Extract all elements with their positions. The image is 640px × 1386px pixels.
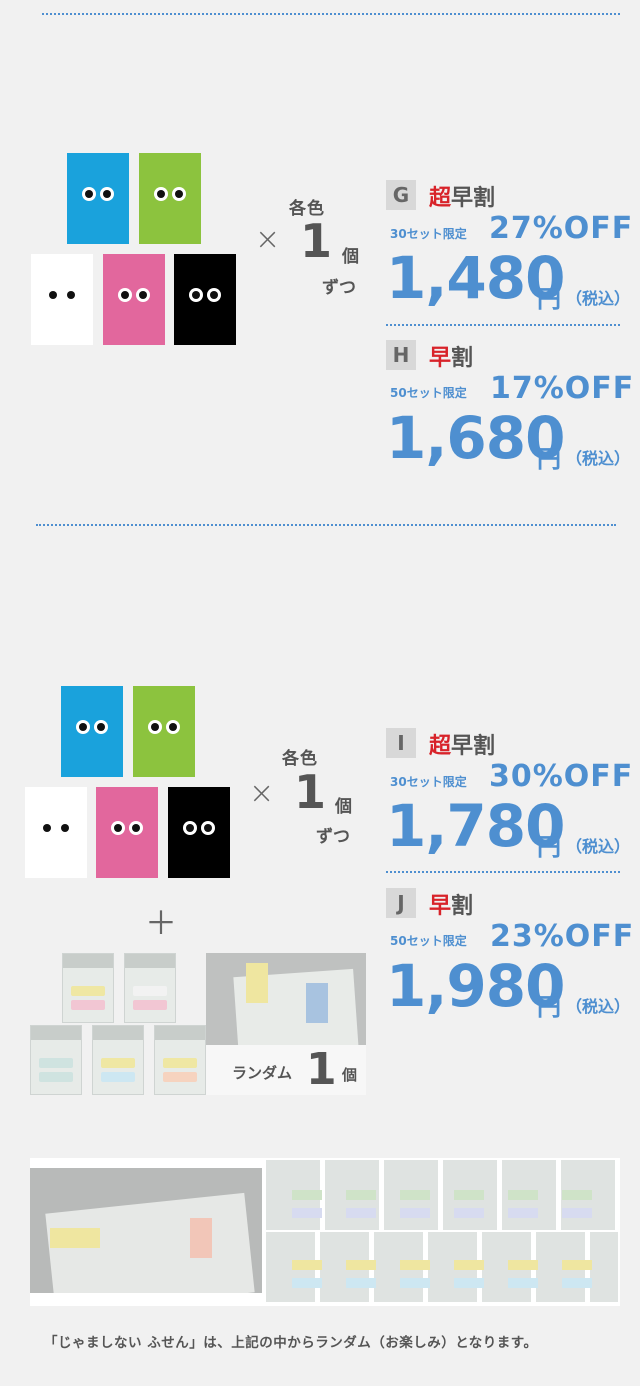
assortment-panel — [30, 1158, 620, 1306]
quantity-number: 1 — [300, 214, 333, 268]
card-black — [174, 254, 236, 345]
quantity-number: 1 — [294, 765, 327, 819]
footnote: 「じゃましない ふせん」は、上記の中からランダム（お楽しみ）となります。 — [44, 1335, 538, 1351]
zutsu-label: ずつ — [316, 827, 350, 847]
fusen-package — [30, 1025, 82, 1095]
offer-limit: 30セット限定 — [390, 775, 467, 789]
offer-letter: J — [386, 888, 416, 918]
fusen-package — [124, 953, 176, 1023]
offer-letter: I — [386, 728, 416, 758]
eyes-icon — [61, 720, 123, 734]
card-white — [31, 254, 93, 345]
eyes-icon — [96, 821, 158, 835]
offer-yen: 円 — [537, 445, 561, 473]
random-text: ランダム — [232, 1064, 293, 1082]
times-symbol: × — [255, 222, 281, 257]
offer-discount: 30%OFF — [489, 759, 634, 794]
offer-divider — [386, 871, 620, 873]
offer-tax: （税込） — [566, 837, 631, 856]
top-divider — [42, 13, 620, 15]
offer-tax: （税込） — [566, 289, 631, 308]
random-label: ランダム 1 個 — [206, 1044, 366, 1095]
offer-tax: （税込） — [566, 997, 631, 1016]
offer-label: 早割 — [429, 346, 474, 371]
book-photo — [30, 1168, 262, 1293]
offer-limit: 50セット限定 — [390, 386, 467, 400]
book-photo — [206, 953, 366, 1045]
offer-letter: H — [386, 340, 416, 370]
card-blue — [61, 686, 123, 777]
fusen-package — [62, 953, 114, 1023]
eyes-icon — [103, 288, 165, 302]
eyes-icon — [168, 821, 230, 835]
offer-label: 超早割 — [429, 734, 496, 759]
offer-yen: 円 — [537, 833, 561, 861]
card-green — [133, 686, 195, 777]
middle-divider — [36, 524, 616, 526]
offer-label: 早割 — [429, 894, 474, 919]
card-blue — [67, 153, 129, 244]
unit-label: 個 — [335, 797, 352, 817]
eyes-icon — [25, 821, 87, 835]
offer-divider — [386, 324, 620, 326]
offer-limit: 30セット限定 — [390, 227, 467, 241]
card-white — [25, 787, 87, 878]
plus-symbol: ＋ — [145, 904, 178, 942]
fusen-package — [92, 1025, 144, 1095]
offer-discount: 17%OFF — [490, 371, 635, 406]
card-green — [139, 153, 201, 244]
package-grid — [266, 1160, 618, 1304]
card-pink — [96, 787, 158, 878]
offer-yen: 円 — [537, 993, 561, 1021]
card-black — [168, 787, 230, 878]
unit-label: 個 — [342, 247, 359, 267]
offer-limit: 50セット限定 — [390, 934, 467, 948]
random-qty: 1 — [306, 1044, 337, 1095]
eyes-icon — [67, 187, 129, 201]
random-unit: 個 — [342, 1066, 358, 1084]
times-symbol: × — [249, 776, 275, 811]
offer-discount: 23%OFF — [490, 919, 635, 954]
eyes-icon — [133, 720, 195, 734]
offer-discount: 27%OFF — [489, 211, 634, 246]
offer-tax: （税込） — [566, 449, 631, 468]
card-pink — [103, 254, 165, 345]
offer-yen: 円 — [537, 285, 561, 313]
offer-label: 超早割 — [429, 186, 496, 211]
zutsu-label: ずつ — [322, 278, 356, 298]
eyes-icon — [139, 187, 201, 201]
fusen-package — [154, 1025, 206, 1095]
offer-letter: G — [386, 180, 416, 210]
eyes-icon — [31, 288, 93, 302]
eyes-icon — [174, 288, 236, 302]
